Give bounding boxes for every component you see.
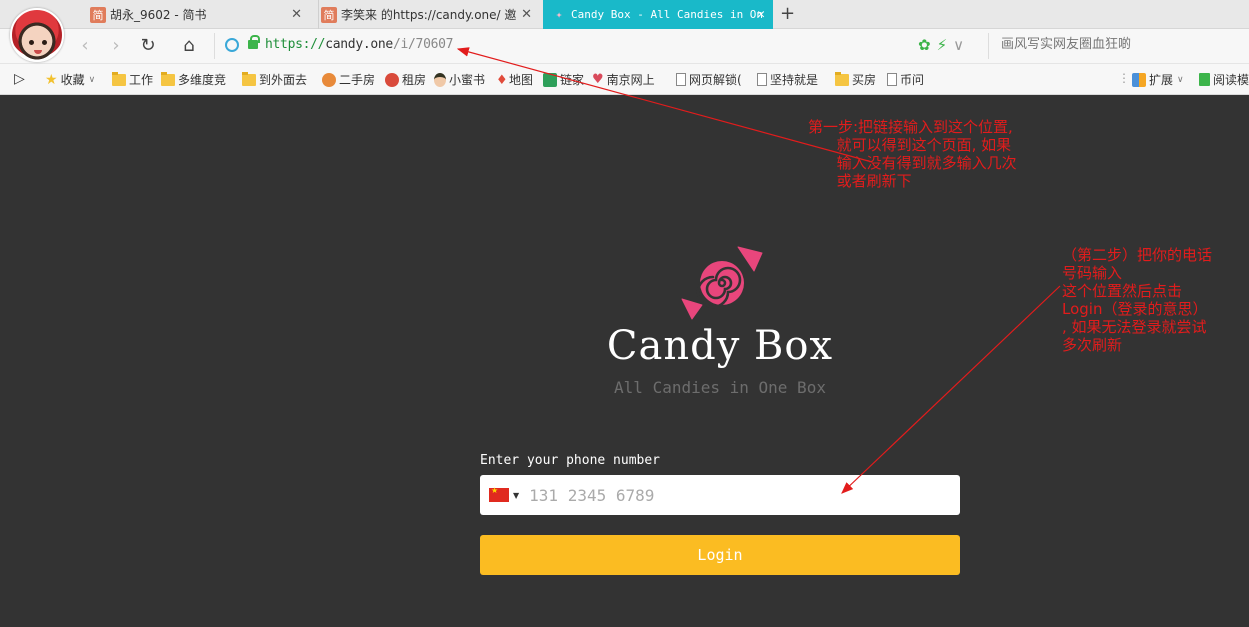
close-tab-icon[interactable]: ✕ bbox=[291, 7, 302, 22]
face-icon bbox=[434, 72, 446, 87]
extension-icon bbox=[1132, 72, 1146, 87]
china-flag-icon[interactable] bbox=[489, 486, 509, 502]
tab-bar: 简 胡永_9602 - 简书 ✕ 简 李笑来 的https://candy.on… bbox=[0, 0, 1249, 29]
book-icon bbox=[1199, 73, 1210, 86]
navigation-bar: ‹ › ↻ ⌂ https://candy.one/i/70607 ✿ ⚡ ∨ 画风… bbox=[0, 29, 1249, 63]
address-bar[interactable]: https://candy.one/i/70607 bbox=[214, 33, 984, 59]
browser-chrome: 简 胡永_9602 - 简书 ✕ 简 李笑来 的https://candy.on… bbox=[0, 0, 1249, 95]
bookmarks-bar: ▷ ★ 收藏 ∨ 工作 多维度竞 到外面去 二手房 租房 小蜜书 ♦ 地图 链家 ♥ 南… bbox=[0, 63, 1249, 95]
doc-icon bbox=[887, 73, 897, 86]
bookmark-link[interactable]: 二手房 bbox=[322, 71, 375, 88]
new-tab-button[interactable]: + bbox=[780, 3, 795, 24]
bookmark-folder[interactable]: 到外面去 bbox=[242, 71, 307, 88]
login-button[interactable]: Login bbox=[480, 535, 960, 575]
360-icon bbox=[385, 72, 399, 87]
home-icon[interactable]: ⌂ bbox=[178, 35, 200, 56]
annotation-step2: （第二步）把你的电话 号码输入 这个位置然后点击 Login（登录的意思） , … bbox=[1062, 246, 1213, 354]
tab-title: Candy Box - All Candies in On bbox=[571, 8, 764, 21]
back-icon[interactable]: ‹ bbox=[74, 35, 96, 56]
lightning-icon[interactable]: ⚡ bbox=[937, 36, 948, 54]
lock-icon bbox=[248, 35, 260, 49]
pin-icon: ♦ bbox=[496, 72, 508, 88]
brand-tagline: All Candies in One Box bbox=[614, 378, 826, 397]
candy-logo-icon bbox=[681, 246, 763, 320]
extensions-button[interactable]: 扩展 ∨ bbox=[1132, 71, 1184, 88]
bookmark-folder[interactable]: 买房 bbox=[835, 71, 876, 88]
tab-candy-box[interactable]: ✦ Candy Box - All Candies in On ✕ bbox=[543, 0, 773, 29]
security-shield-icon bbox=[225, 38, 239, 52]
forward-icon[interactable]: › bbox=[105, 35, 127, 56]
phone-input[interactable] bbox=[529, 485, 930, 505]
tab-title: 胡永_9602 - 简书 bbox=[110, 8, 207, 22]
country-dropdown-icon[interactable]: ▼ bbox=[513, 491, 519, 500]
candy-box-page: Candy Box All Candies in One Box Enter y… bbox=[0, 95, 1249, 627]
bookmark-link[interactable]: 租房 bbox=[385, 71, 426, 88]
jianshu-icon: 简 bbox=[90, 6, 106, 23]
bookmark-link[interactable]: 币问 bbox=[887, 71, 924, 88]
360-icon bbox=[322, 72, 336, 87]
folder-icon bbox=[161, 71, 175, 86]
tab-title: 李笑来 的https://candy.one/ 邀 bbox=[341, 8, 517, 22]
folder-icon bbox=[242, 71, 256, 86]
reload-icon[interactable]: ↻ bbox=[137, 35, 159, 56]
doc-icon bbox=[757, 73, 767, 86]
brand-title: Candy Box bbox=[606, 323, 834, 369]
folder-icon bbox=[112, 71, 126, 86]
reading-mode-button[interactable]: 阅读模 bbox=[1199, 71, 1249, 88]
search-input[interactable]: 画风写实网友圈血狂啲 bbox=[988, 33, 1249, 59]
house-icon bbox=[543, 72, 557, 87]
recycle-icon[interactable]: ✿ bbox=[918, 36, 931, 54]
star-icon: ★ bbox=[45, 71, 58, 88]
url-text[interactable]: https://candy.one/i/70607 bbox=[265, 37, 453, 52]
bookmark-link[interactable]: 坚持就是 bbox=[757, 71, 818, 88]
heart-icon: ♥ bbox=[592, 72, 604, 87]
bookmark-folder[interactable]: 多维度竞 bbox=[161, 71, 226, 88]
sidebar-toggle-icon[interactable]: ▷ bbox=[14, 71, 25, 87]
close-tab-icon[interactable]: ✕ bbox=[757, 7, 765, 22]
chevron-down-icon[interactable]: ∨ bbox=[953, 36, 964, 54]
bookmark-link[interactable]: 小蜜书 bbox=[434, 71, 485, 88]
user-avatar[interactable] bbox=[10, 8, 64, 62]
jianshu-icon: 简 bbox=[321, 6, 337, 23]
folder-icon bbox=[835, 71, 849, 86]
bookmark-link[interactable]: 网页解锁( bbox=[676, 71, 742, 88]
address-bar-actions: ✿ ⚡ ∨ bbox=[918, 36, 964, 54]
doc-icon bbox=[676, 73, 686, 86]
bookmark-link[interactable]: 链家 bbox=[543, 71, 584, 88]
chevron-down-icon: ∨ bbox=[1177, 74, 1184, 85]
chevron-down-icon: ∨ bbox=[88, 74, 96, 85]
phone-label: Enter your phone number bbox=[480, 453, 661, 468]
close-tab-icon[interactable]: ✕ bbox=[521, 7, 532, 22]
candy-icon: ✦ bbox=[555, 8, 563, 21]
phone-field: ▼ bbox=[480, 475, 960, 515]
bookmark-link[interactable]: ♦ 地图 bbox=[496, 71, 533, 88]
bookmark-folder-work[interactable]: 工作 bbox=[112, 71, 153, 88]
bookmark-favorites[interactable]: ★ 收藏 ∨ bbox=[45, 71, 95, 88]
annotation-step1: 第一步:把链接输入到这个位置, 就可以得到这个页面, 如果 输入没有得到就多输入… bbox=[808, 118, 1017, 190]
bookmark-link[interactable]: ♥ 南京网上 bbox=[592, 71, 655, 88]
tab-jianshu-hu[interactable]: 简 胡永_9602 - 简书 ✕ bbox=[88, 0, 310, 29]
tab-jianshu-li[interactable]: 简 李笑来 的https://candy.one/ 邀 ✕ bbox=[318, 0, 540, 29]
more-icon[interactable]: ⋮ bbox=[1118, 71, 1130, 85]
